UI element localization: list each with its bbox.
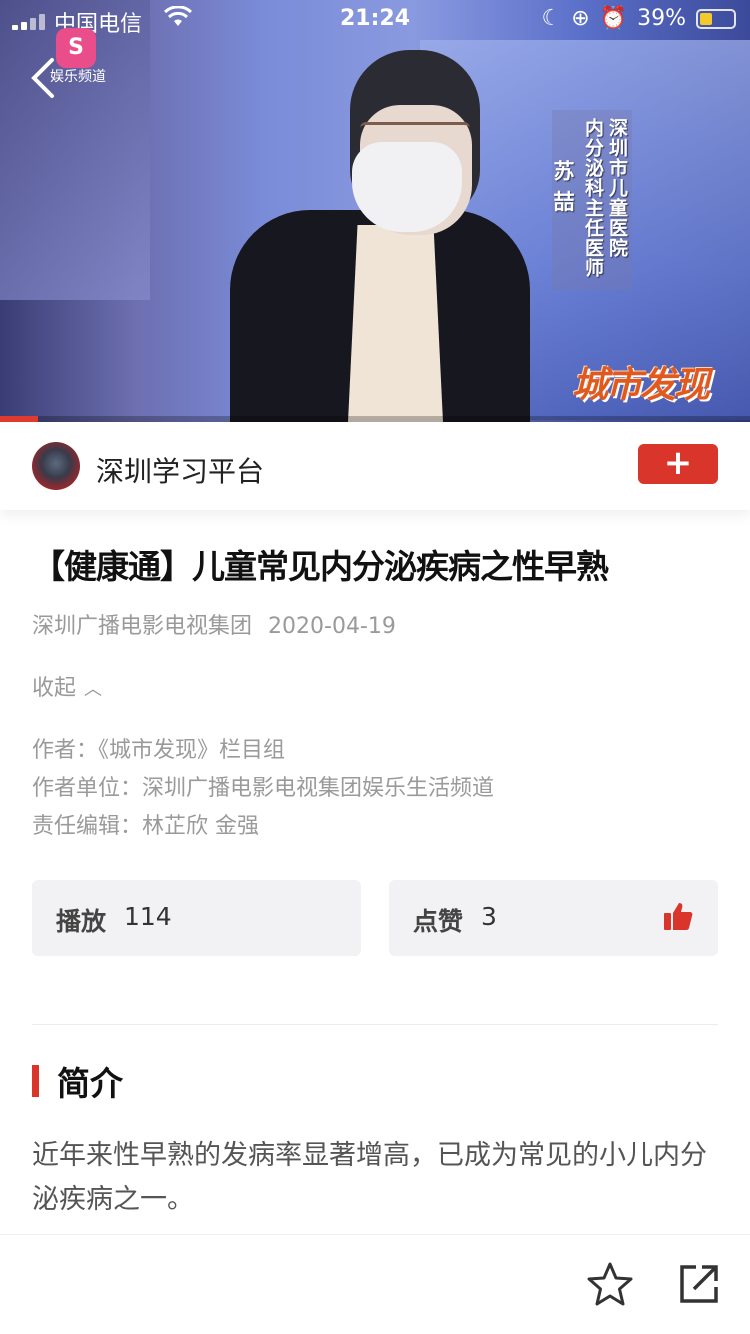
article-author-unit: 作者单位：深圳广播电影电视集团娱乐生活频道: [32, 776, 495, 801]
article-source: 深圳广播电影电视集团: [32, 614, 253, 639]
back-button[interactable]: [28, 56, 62, 102]
rotation-lock-icon: ⊕: [571, 6, 590, 31]
likes-count: 3: [481, 902, 497, 931]
bottom-toolbar: [0, 1234, 750, 1334]
battery-percent: 39%: [637, 6, 686, 31]
plays-label: 播放: [56, 907, 107, 936]
caption-hospital: 深圳市儿童医院: [606, 118, 628, 258]
share-icon[interactable]: [678, 1263, 720, 1305]
intro-text: 近年来性早熟的发病率显著增高，已成为常见的小儿内分泌疾病之一。: [32, 1140, 707, 1215]
thumbs-up-icon: [664, 903, 693, 930]
status-bar: 中国电信 21:24 ☾ ⊕ ⏰ 39%: [0, 0, 750, 40]
show-logo: 城市发现: [571, 365, 710, 406]
article-meta: 深圳广播电影电视集团 2020-04-19: [32, 608, 396, 640]
like-button[interactable]: 点赞 3: [389, 880, 718, 956]
publisher-row: 深圳学习平台 +: [0, 422, 750, 510]
star-icon[interactable]: [586, 1261, 634, 1309]
intro-heading: 简介: [32, 1062, 123, 1103]
alarm-icon: ⏰: [599, 6, 628, 31]
back-icon: [31, 58, 54, 98]
article-editors: 责任编辑：林芷欣 金强: [32, 814, 259, 839]
article-credits: 作者：《城市发现》栏目组 作者单位：深圳广播电影电视集团娱乐生活频道 责任编辑：…: [32, 732, 494, 846]
channel-logo-mark: S: [56, 28, 96, 68]
publisher-name[interactable]: 深圳学习平台: [96, 450, 264, 490]
chevron-up-icon: ︿: [84, 679, 103, 700]
intro-heading-bar: [32, 1065, 39, 1097]
video-presenter: [220, 50, 540, 422]
publisher-avatar[interactable]: [32, 442, 80, 490]
article-title: 【健康通】儿童常见内分泌疾病之性早熟: [32, 547, 609, 586]
follow-button[interactable]: +: [638, 444, 718, 484]
article-date: 2020-04-19: [268, 614, 396, 639]
collapse-label: 收起: [32, 676, 77, 701]
intro-heading-text: 简介: [57, 1064, 123, 1103]
plays-stat: 播放 114: [32, 880, 361, 956]
plays-count: 114: [124, 902, 172, 931]
caption-name: 苏 喆: [551, 160, 576, 213]
caption-title: 内分泌科主任医师: [582, 118, 604, 278]
moon-icon: ☾: [541, 6, 562, 31]
video-player[interactable]: 深圳市儿童医院 内分泌科主任医师 苏 喆 城市发现 中国电信 21:24 ☾ ⊕…: [0, 0, 750, 422]
likes-label: 点赞: [413, 907, 464, 936]
section-divider: [32, 1024, 718, 1025]
collapse-toggle[interactable]: 收起 ︿: [32, 670, 102, 702]
battery-icon: [696, 8, 736, 29]
article-author: 作者：《城市发现》栏目组: [32, 738, 286, 763]
